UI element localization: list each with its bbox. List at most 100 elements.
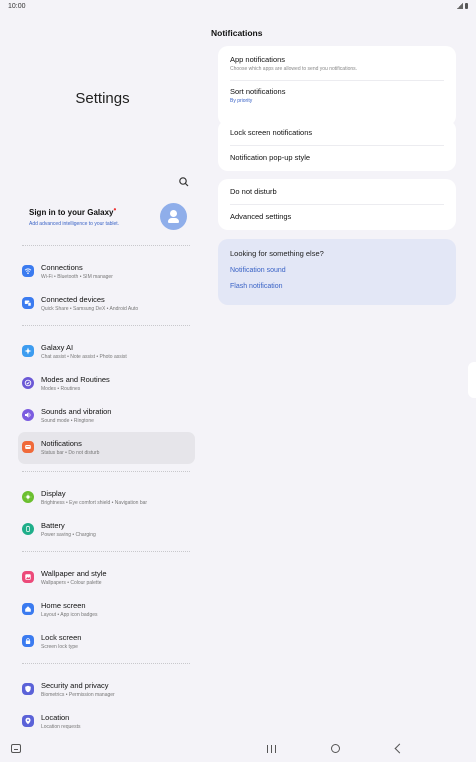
settings-list-pane: Settings Sign in to your Galaxy• Add adv…: [0, 16, 205, 736]
recents-icon[interactable]: [267, 745, 276, 753]
app-notifications-row[interactable]: App notifications Choose which apps are …: [230, 55, 444, 72]
signal-icon: [457, 3, 463, 9]
menu-item-subtitle: Power saving • Charging: [41, 532, 96, 538]
menu-item-sounds-and-vibration[interactable]: Sounds and vibration Sound mode • Ringto…: [18, 400, 195, 432]
menu-item-title: Wallpaper and style: [41, 569, 107, 578]
row-title: Sort notifications: [230, 87, 286, 96]
menu-item-title: Connections: [41, 263, 83, 272]
location-pin-icon: [22, 715, 34, 727]
menu-item-title: Location: [41, 713, 70, 722]
status-time: 10:00: [8, 3, 26, 10]
menu-item-title: Notifications: [41, 439, 82, 448]
shield-icon: [22, 683, 34, 695]
lock-screen-card: Lock screen notifications Notification p…: [218, 120, 456, 171]
popup-style-row[interactable]: Notification pop-up style: [230, 153, 444, 162]
navigation-bar: [0, 736, 476, 762]
menu-item-subtitle: Screen lock type: [41, 644, 78, 650]
menu-item-notifications[interactable]: Notifications Status bar • Do not distur…: [18, 432, 195, 464]
battery-icon: [465, 3, 468, 9]
divider: [22, 551, 190, 552]
row-title: Notification pop-up style: [230, 153, 311, 162]
row-divider: [230, 204, 444, 205]
menu-item-title: Galaxy AI: [41, 343, 74, 352]
row-subtitle: By priority: [230, 98, 253, 104]
dnd-card: Do not disturb Advanced settings: [218, 179, 456, 230]
menu-item-title: Modes and Routines: [41, 375, 110, 384]
sort-notifications-row[interactable]: Sort notifications By priority: [230, 87, 444, 104]
account-title: Sign in to your Galaxy•: [29, 205, 117, 217]
do-not-disturb-row[interactable]: Do not disturb: [230, 187, 444, 196]
image-icon: [22, 571, 34, 583]
row-title: Do not disturb: [230, 187, 277, 196]
account-subtitle: Add advanced intelligence to your tablet…: [29, 221, 120, 227]
menu-item-title: Display: [41, 489, 66, 498]
menu-item-title: Security and privacy: [41, 681, 109, 690]
menu-item-subtitle: Sound mode • Ringtone: [41, 418, 94, 424]
notifications-card: App notifications Choose which apps are …: [218, 46, 456, 126]
battery-icon: [22, 523, 34, 535]
row-subtitle: Choose which apps are allowed to send yo…: [230, 66, 358, 72]
notification-dot-icon: •: [113, 205, 117, 214]
row-divider: [230, 80, 444, 81]
row-title: App notifications: [230, 55, 286, 64]
divider: [22, 663, 190, 664]
check-circle-icon: [22, 377, 34, 389]
menu-item-title: Sounds and vibration: [41, 407, 112, 416]
sparkle-icon: [22, 345, 34, 357]
menu-item-home-screen[interactable]: Home screen Layout • App icon badges: [18, 594, 195, 626]
menu-item-wallpaper-and-style[interactable]: Wallpaper and style Wallpapers • Colour …: [18, 562, 195, 594]
notification-sound-link[interactable]: Notification sound: [230, 267, 286, 274]
account-card[interactable]: Sign in to your Galaxy• Add advanced int…: [29, 203, 189, 242]
menu-item-subtitle: Chat assist • Note assist • Photo assist: [41, 354, 127, 360]
speaker-icon: [22, 409, 34, 421]
status-bar: 10:00: [0, 0, 476, 16]
menu-item-subtitle: Layout • App icon badges: [41, 612, 98, 618]
back-icon[interactable]: [394, 743, 405, 754]
divider: [22, 325, 190, 326]
divider: [22, 245, 190, 246]
devices-icon: [22, 297, 34, 309]
menu-item-title: Connected devices: [41, 295, 105, 304]
menu-item-subtitle: Modes • Routines: [41, 386, 81, 392]
search-icon[interactable]: [178, 176, 190, 188]
menu-item-galaxy-ai[interactable]: Galaxy AI Chat assist • Note assist • Ph…: [18, 336, 195, 368]
wifi-icon: [22, 265, 34, 277]
menu-item-subtitle: Wi-Fi • Bluetooth • SIM manager: [41, 274, 113, 280]
menu-item-battery[interactable]: Battery Power saving • Charging: [18, 514, 195, 546]
menu-item-connected-devices[interactable]: Connected devices Quick Share • Samsung …: [18, 288, 195, 320]
row-title: Advanced settings: [230, 212, 292, 221]
menu-item-lock-screen[interactable]: Lock screen Screen lock type: [18, 626, 195, 658]
avatar[interactable]: [160, 203, 187, 230]
menu-item-title: Battery: [41, 521, 65, 530]
pane-title: Notifications: [211, 28, 263, 38]
suggestions-title: Looking for something else?: [230, 249, 324, 258]
edge-panel-handle[interactable]: [468, 362, 476, 398]
row-divider: [230, 145, 444, 146]
account-title-text: Sign in to your Galaxy: [29, 208, 114, 217]
menu-item-subtitle: Brightness • Eye comfort shield • Naviga…: [41, 500, 148, 506]
advanced-settings-row[interactable]: Advanced settings: [230, 212, 444, 221]
home-icon: [22, 603, 34, 615]
page-title: Settings: [75, 90, 130, 107]
bell-icon: [22, 441, 34, 453]
menu-item-title: Lock screen: [41, 633, 82, 642]
menu-item-modes-and-routines[interactable]: Modes and Routines Modes • Routines: [18, 368, 195, 400]
lock-screen-notifications-row[interactable]: Lock screen notifications: [230, 128, 444, 137]
suggestions-card: Looking for something else? Notification…: [218, 239, 456, 305]
menu-item-location[interactable]: Location Location requests: [18, 706, 195, 738]
home-button-icon[interactable]: [331, 744, 340, 753]
divider: [22, 471, 190, 472]
status-icons: [457, 3, 468, 9]
menu-item-subtitle: Location requests: [41, 724, 81, 730]
sun-icon: [22, 491, 34, 503]
row-title: Lock screen notifications: [230, 128, 313, 137]
menu-item-subtitle: Quick Share • Samsung DeX • Android Auto: [41, 306, 139, 312]
lock-icon: [22, 635, 34, 647]
keyboard-icon[interactable]: [11, 744, 21, 753]
menu-item-security-and-privacy[interactable]: Security and privacy Biometrics • Permis…: [18, 674, 195, 706]
menu-item-connections[interactable]: Connections Wi-Fi • Bluetooth • SIM mana…: [18, 256, 195, 288]
menu-item-subtitle: Status bar • Do not disturb: [41, 450, 100, 456]
flash-notification-link[interactable]: Flash notification: [230, 283, 283, 290]
menu-item-subtitle: Wallpapers • Colour palette: [41, 580, 102, 586]
menu-item-display[interactable]: Display Brightness • Eye comfort shield …: [18, 482, 195, 514]
